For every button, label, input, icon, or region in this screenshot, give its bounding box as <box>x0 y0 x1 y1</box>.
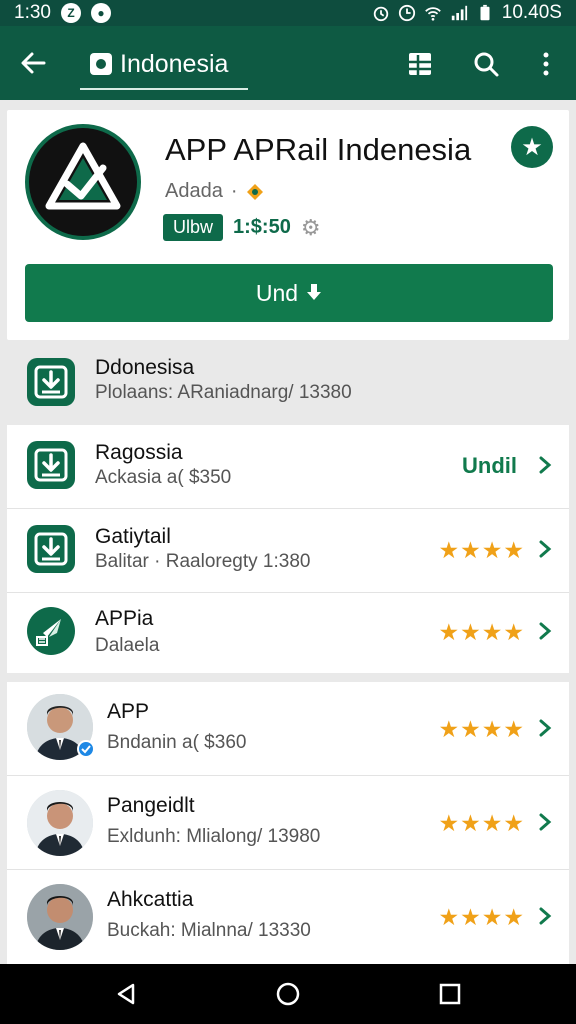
download-icon <box>27 441 75 489</box>
install-button[interactable]: Und <box>25 264 553 322</box>
chevron-right-icon <box>539 622 552 640</box>
list-item-title: Gatiytail <box>95 525 171 548</box>
chevron-right-icon <box>539 719 552 737</box>
gear-icon[interactable]: ⚙ <box>301 216 323 239</box>
editor-badge-icon <box>246 183 263 200</box>
app-header-card: APP APRail Indenesia ★ Adada · Ulbw 1:$:… <box>7 110 569 340</box>
store-icon <box>90 53 112 75</box>
list-item-subtitle: Bndanin a( $360 <box>107 732 247 753</box>
alarm-icon <box>373 6 388 22</box>
status-clock: 10.40S <box>501 2 562 23</box>
grid-view-icon[interactable] <box>406 50 434 78</box>
back-arrow-icon[interactable] <box>18 48 48 78</box>
search-icon[interactable] <box>472 50 500 78</box>
signal-icon <box>451 5 467 21</box>
system-nav-bar <box>0 964 576 1024</box>
list-item-title: APP <box>107 700 150 723</box>
list-item-subtitle: Dalaela <box>95 635 160 656</box>
list-item[interactable]: Pangeidlt Exldunh: Mlialong/ 13980 ★★★★ <box>7 776 569 870</box>
chevron-right-icon <box>539 456 552 474</box>
back-triangle-icon[interactable] <box>114 982 138 1006</box>
list-item[interactable]: Ragossia Ackasia a( $350 Undil <box>7 425 569 509</box>
content-rating-chip: Ulbw <box>163 214 224 241</box>
battery-icon <box>480 4 490 21</box>
download-icon <box>27 525 75 573</box>
status-bar: 1:30 Z ● 10.40S <box>0 0 576 26</box>
list-item[interactable]: Gatiytail Balitar · Raaloregty 1:380 ★★★… <box>7 509 569 593</box>
list-item-title: Pangeidlt <box>107 794 195 817</box>
people-list-card: APP Bndanin a( $360 ★★★★ Pangeidlt Exldu… <box>7 682 569 964</box>
section-subtitle: Plolaans: ARaniadnarg/ 13380 <box>95 382 352 403</box>
avatar <box>27 884 93 950</box>
list-item[interactable]: APPia Dalaela ★★★★ <box>7 593 569 673</box>
section-header[interactable]: Ddonesisa Plolaans: ARaniadnarg/ 13380 <box>7 348 569 420</box>
list-item-title: Ahkcattia <box>107 888 194 911</box>
developer-row[interactable]: Adada · <box>165 180 264 203</box>
recents-square-icon[interactable] <box>438 982 462 1006</box>
developer-name: Adada <box>165 180 223 202</box>
checkmark-triangle-icon <box>45 142 121 210</box>
list-item[interactable]: Ahkcattia Buckah: Mialnna/ 13330 ★★★★ <box>7 870 569 964</box>
install-button-label: Und <box>255 279 299 306</box>
star-rating: ★★★★ <box>438 810 525 836</box>
list-item-subtitle: Exldunh: Mlialong/ 13980 <box>107 826 321 847</box>
notification-icon: ● <box>90 3 111 23</box>
app-title: APP APRail Indenesia <box>165 132 472 167</box>
app-meta-value: 1:$:50 <box>233 216 291 238</box>
avatar <box>27 790 93 856</box>
section-title: Ddonesisa <box>95 356 195 379</box>
clock-icon <box>398 4 415 22</box>
list-item[interactable]: APP Bndanin a( $360 ★★★★ <box>7 682 569 776</box>
star-rating: ★★★★ <box>438 537 525 563</box>
app-logo <box>25 124 141 240</box>
app-bar-title-tab[interactable]: Indonesia <box>80 40 248 90</box>
download-icon <box>27 358 75 406</box>
list-item-title: APPia <box>95 607 154 630</box>
wifi-icon <box>424 7 441 21</box>
app-list-card: Ragossia Ackasia a( $350 Undil Gatiytail… <box>7 425 569 673</box>
app-meta-row: Ulbw 1:$:50 ⚙ <box>163 214 323 241</box>
app-bar: Indonesia <box>0 26 576 100</box>
verified-badge-icon <box>77 740 95 758</box>
list-item-action[interactable]: Undil <box>462 453 517 479</box>
list-item-subtitle: Ackasia a( $350 <box>95 467 232 488</box>
list-item-title: Ragossia <box>95 441 183 464</box>
star-rating: ★★★★ <box>438 619 525 645</box>
star-rating: ★★★★ <box>438 716 525 742</box>
install-icon <box>307 284 322 300</box>
chevron-right-icon <box>539 907 552 925</box>
favorite-star-button[interactable]: ★ <box>511 126 553 168</box>
status-time: 1:30 <box>14 2 51 23</box>
chevron-right-icon <box>539 813 552 831</box>
list-item-subtitle: Buckah: Mialnna/ 13330 <box>107 920 311 941</box>
more-options-icon[interactable] <box>532 50 560 78</box>
home-circle-icon[interactable] <box>276 982 300 1006</box>
rocket-icon <box>27 607 75 655</box>
notification-icon: Z <box>60 3 81 23</box>
list-item-subtitle: Balitar · Raaloregty 1:380 <box>95 551 311 572</box>
star-rating: ★★★★ <box>438 904 525 930</box>
app-bar-title: Indonesia <box>120 49 229 78</box>
chevron-right-icon <box>539 540 552 558</box>
